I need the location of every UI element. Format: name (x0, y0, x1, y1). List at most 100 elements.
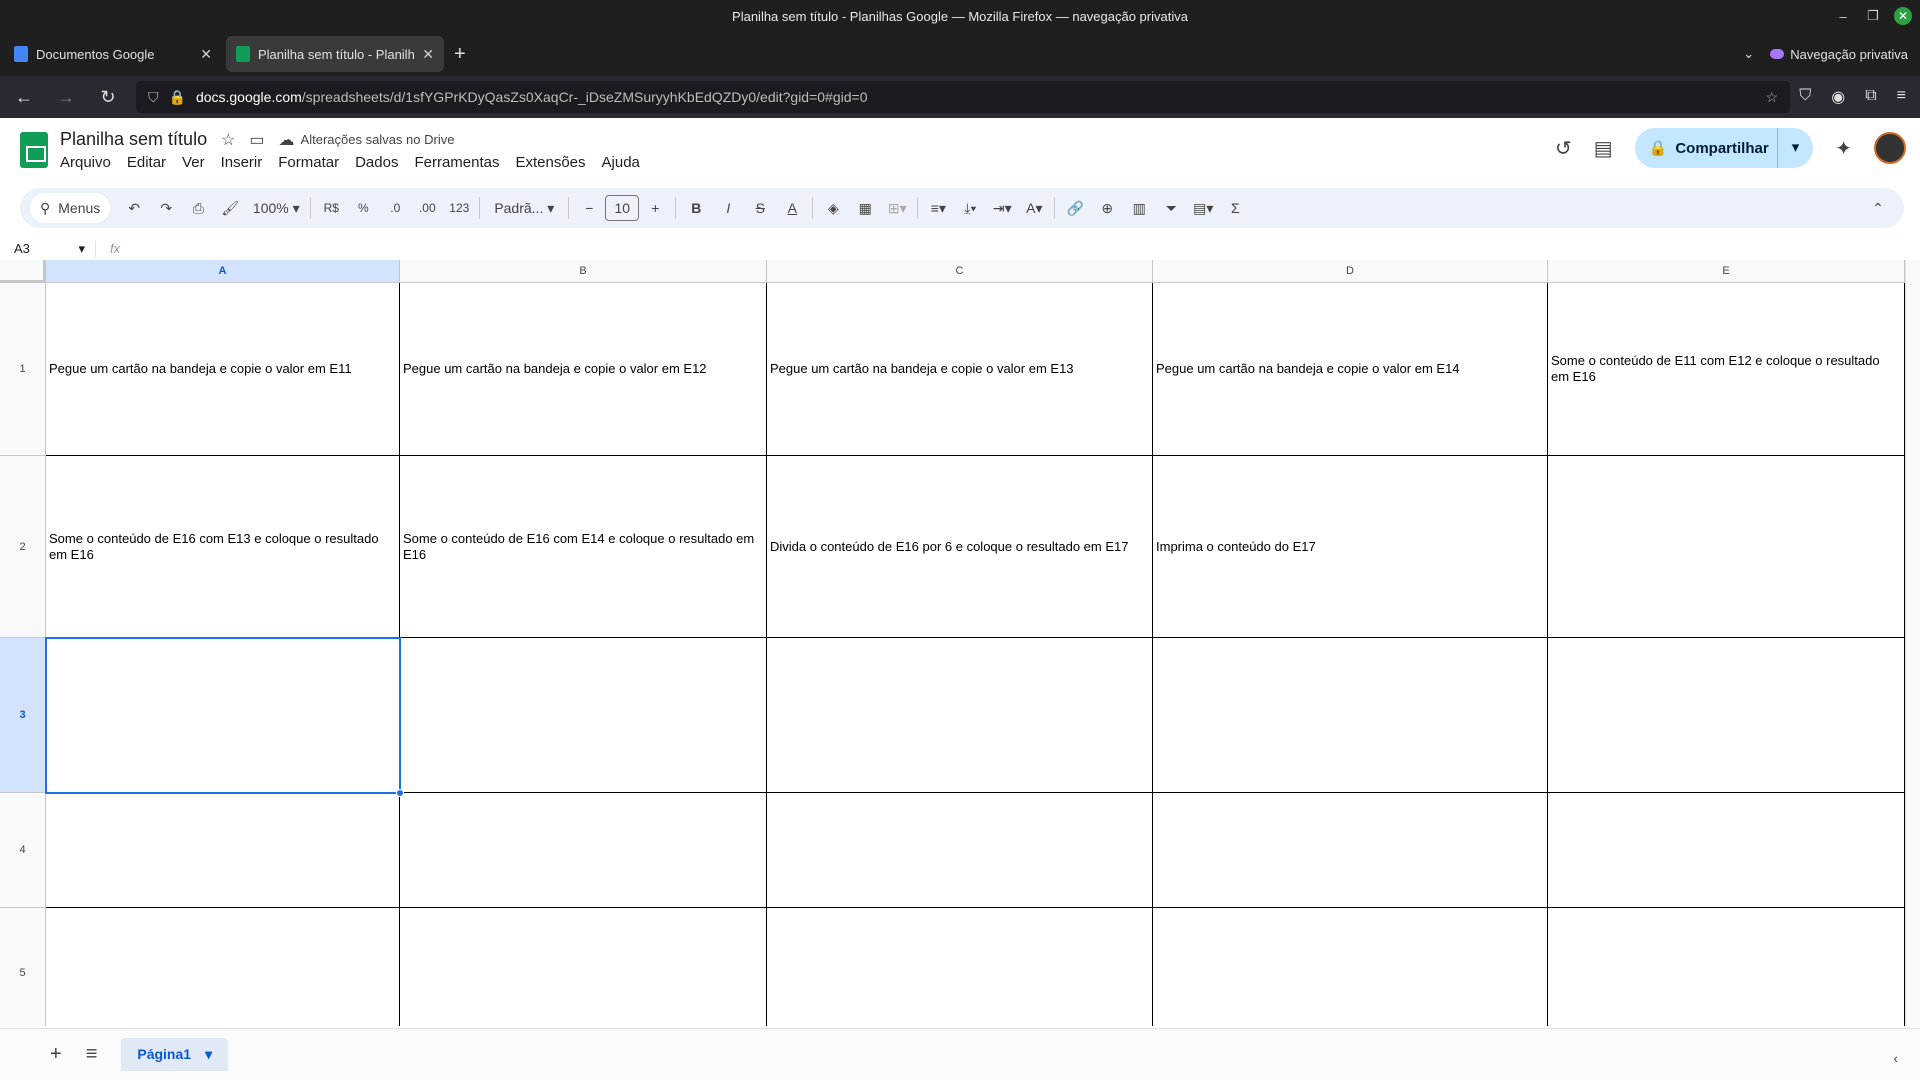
add-sheet-icon[interactable]: + (50, 1043, 62, 1066)
cell-d2[interactable]: Imprima o conteúdo do E17 (1153, 456, 1548, 638)
column-header-b[interactable]: B (400, 260, 767, 283)
chevron-left-icon[interactable]: ‹ (1893, 1050, 1898, 1066)
increase-font-size-icon[interactable]: + (639, 200, 671, 216)
row-header-4[interactable]: 4 (0, 793, 46, 908)
cell-b3[interactable] (400, 638, 767, 793)
cell-b1[interactable]: Pegue um cartão na bandeja e copie o val… (400, 283, 767, 456)
cell-a4[interactable] (46, 793, 400, 908)
cell-c5[interactable] (767, 908, 1153, 1026)
row-header-1[interactable]: 1 (0, 283, 46, 456)
sheet-grid[interactable]: A B C D E 1 2 3 4 5 Pegue um cartão na b… (0, 260, 1905, 1026)
document-title[interactable]: Planilha sem título (60, 129, 207, 150)
undo-icon[interactable]: ↶ (118, 200, 150, 217)
cell-a1[interactable]: Pegue um cartão na bandeja e copie o val… (46, 283, 400, 456)
cell-e4[interactable] (1548, 793, 1905, 908)
column-header-e[interactable]: E (1548, 260, 1905, 283)
cell-c3[interactable] (767, 638, 1153, 793)
row-header-2[interactable]: 2 (0, 456, 46, 638)
cell-e1[interactable]: Some o conteúdo de E11 com E12 e coloque… (1548, 283, 1905, 456)
vertical-align-icon[interactable]: ⤓▾ (954, 200, 986, 217)
menu-ferramentas[interactable]: Ferramentas (414, 154, 499, 171)
menu-ver[interactable]: Ver (182, 154, 205, 171)
cell-c2[interactable]: Divida o conteúdo de E16 por 6 e coloque… (767, 456, 1153, 638)
column-header-d[interactable]: D (1153, 260, 1548, 283)
menu-formatar[interactable]: Formatar (278, 154, 339, 171)
account-icon[interactable]: ◉ (1831, 87, 1845, 107)
vertical-scrollbar[interactable] (1905, 260, 1920, 1026)
minimize-button[interactable]: – (1834, 9, 1852, 24)
strikethrough-icon[interactable]: S (744, 200, 776, 216)
select-all-corner[interactable] (0, 260, 46, 283)
menu-icon[interactable]: ≡ (1897, 87, 1906, 107)
column-header-a[interactable]: A (46, 260, 400, 283)
cell-e2[interactable] (1548, 456, 1905, 638)
font-size-input[interactable]: 10 (605, 195, 640, 221)
forward-icon[interactable]: → (52, 87, 80, 108)
avatar[interactable] (1874, 132, 1906, 164)
shield-icon[interactable]: ⛉ (148, 89, 159, 106)
list-tabs-icon[interactable]: ⌄ (1743, 46, 1754, 62)
decrease-font-size-icon[interactable]: − (573, 200, 605, 216)
column-header-c[interactable]: C (767, 260, 1153, 283)
move-folder-icon[interactable]: ▭ (249, 130, 264, 150)
menu-inserir[interactable]: Inserir (221, 154, 263, 171)
menu-ajuda[interactable]: Ajuda (602, 154, 640, 171)
menu-dados[interactable]: Dados (355, 154, 398, 171)
extensions-icon[interactable]: ⧉ (1865, 87, 1876, 107)
cell-d5[interactable] (1153, 908, 1548, 1026)
row-header-3[interactable]: 3 (0, 638, 46, 793)
close-tab-icon[interactable]: ✕ (200, 46, 212, 63)
reload-icon[interactable]: ↻ (94, 87, 122, 108)
sheet-tab-pagina1[interactable]: Página1 ▾ (121, 1038, 229, 1071)
insert-link-icon[interactable]: 🔗 (1059, 200, 1091, 217)
menu-extensoes[interactable]: Extensões (515, 154, 585, 171)
functions-icon[interactable]: Σ (1219, 200, 1251, 216)
cell-e5[interactable] (1548, 908, 1905, 1026)
text-wrap-icon[interactable]: ⇥▾ (986, 200, 1018, 217)
sheets-logo-icon[interactable] (20, 132, 48, 168)
print-icon[interactable]: ⎙ (182, 200, 214, 217)
number-format-button[interactable]: 123 (443, 201, 475, 215)
lock-icon[interactable]: 🔒 (169, 89, 186, 106)
horizontal-align-icon[interactable]: ≡▾ (922, 200, 954, 217)
cell-a3[interactable] (46, 638, 400, 793)
name-box[interactable]: A3 ▾ (0, 240, 96, 257)
cell-c1[interactable]: Pegue um cartão na bandeja e copie o val… (767, 283, 1153, 456)
row-header-5[interactable]: 5 (0, 908, 46, 1026)
tab-sheets[interactable]: Planilha sem título - Planilha ✕ (226, 36, 444, 72)
cloud-saved-icon[interactable]: ☁ (279, 130, 295, 150)
search-menus[interactable]: ⚲ Menus (30, 193, 111, 223)
menu-arquivo[interactable]: Arquivo (60, 154, 111, 171)
borders-icon[interactable]: ▦ (849, 200, 881, 217)
cell-b5[interactable] (400, 908, 767, 1026)
fill-color-icon[interactable]: ◈ (817, 200, 849, 217)
cell-a2[interactable]: Some o conteúdo de E16 com E13 e coloque… (46, 456, 400, 638)
hide-menus-chevron-up-icon[interactable]: ⌃ (1862, 200, 1894, 217)
insert-chart-icon[interactable]: ▥ (1123, 200, 1155, 217)
url-bar[interactable]: ⛉ 🔒 docs.google.com/spreadsheets/d/1sfYG… (136, 81, 1790, 113)
close-tab-icon[interactable]: ✕ (422, 46, 434, 63)
text-color-icon[interactable]: A (776, 200, 808, 216)
bold-icon[interactable]: B (680, 200, 712, 216)
version-history-icon[interactable]: ↺ (1555, 136, 1572, 161)
increase-decimal-button[interactable]: .00 (411, 201, 443, 215)
currency-format-button[interactable]: R$ (315, 201, 347, 215)
redo-icon[interactable]: ↷ (150, 200, 182, 217)
cell-c4[interactable] (767, 793, 1153, 908)
cell-e3[interactable] (1548, 638, 1905, 793)
cell-a5[interactable] (46, 908, 400, 1026)
fill-handle[interactable] (396, 789, 404, 797)
percent-format-button[interactable]: % (347, 201, 379, 215)
filter-icon[interactable]: ⏷ (1155, 200, 1187, 217)
cell-d3[interactable] (1153, 638, 1548, 793)
merge-cells-icon[interactable]: ⊞▾ (881, 200, 913, 217)
paint-format-icon[interactable]: 🖌 (214, 200, 246, 217)
filter-views-icon[interactable]: ▤▾ (1187, 200, 1219, 217)
menu-editar[interactable]: Editar (127, 154, 166, 171)
new-tab-icon[interactable]: + (454, 43, 466, 66)
bookmark-star-icon[interactable]: ☆ (1765, 89, 1778, 106)
share-button[interactable]: 🔒 Compartilhar ▾ (1634, 128, 1814, 168)
chevron-down-icon[interactable]: ▾ (205, 1046, 212, 1063)
text-rotation-icon[interactable]: A▾ (1018, 200, 1050, 217)
tab-docs[interactable]: Documentos Google ✕ (4, 36, 222, 72)
